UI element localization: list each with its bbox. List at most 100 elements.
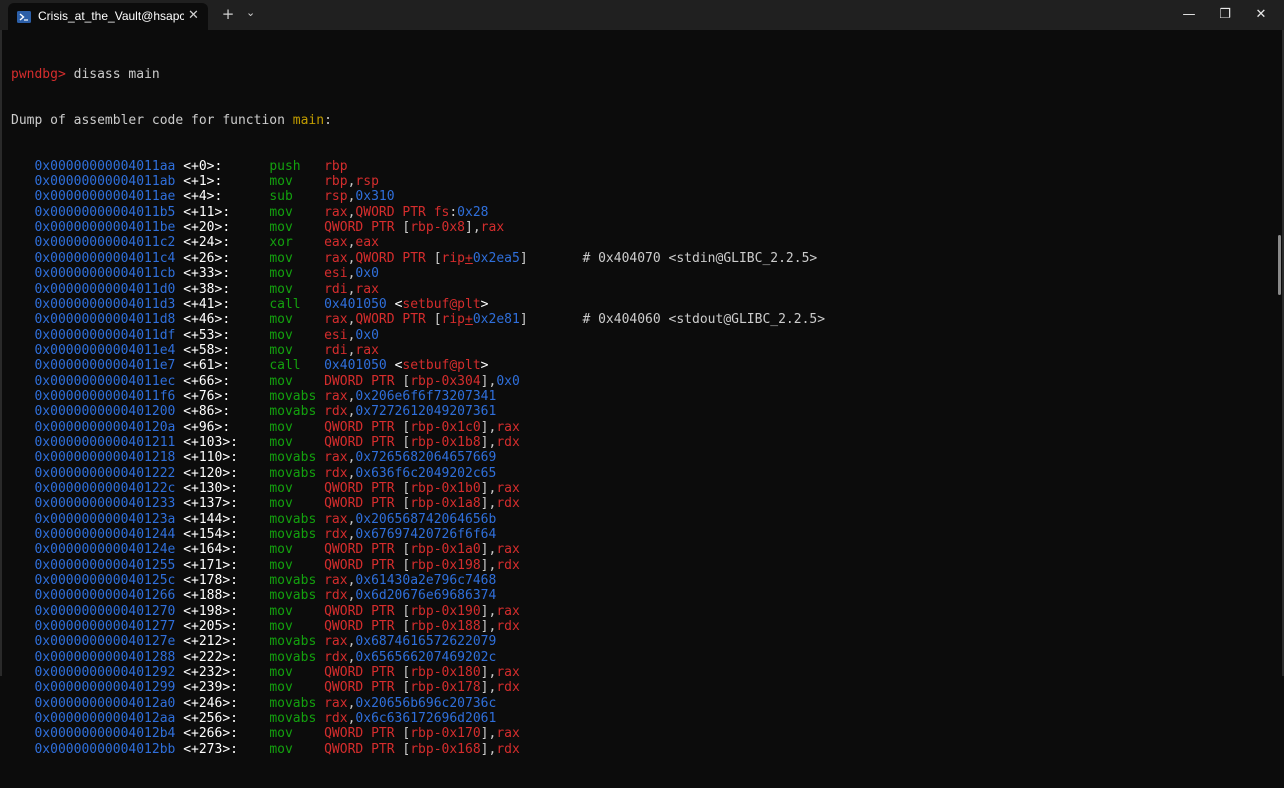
operand-punct <box>387 358 395 373</box>
instruction-offset: <+273>: <box>183 741 238 757</box>
instruction-address: 0x000000000040124e <box>34 542 176 558</box>
instruction-offset: <+239>: <box>183 680 238 696</box>
mnemonic: call <box>269 358 301 374</box>
operand-punct: ] <box>480 496 489 512</box>
operand-number: 0x0 <box>496 373 520 389</box>
instruction-address: 0x0000000000401288 <box>34 649 176 665</box>
mnemonic: movabs <box>269 388 317 404</box>
asm-line: 0x00000000004011d8 <+46>: mov rax,QWORD … <box>11 312 825 327</box>
operand-register: rbp-0x1c0 <box>410 419 481 435</box>
instruction-address: 0x00000000004012b4 <box>34 726 176 742</box>
mnemonic: movabs <box>269 588 317 604</box>
mnemonic: mov <box>269 373 293 389</box>
operand-register: rax <box>496 603 520 619</box>
instruction-offset: <+46>: <box>183 312 231 328</box>
instruction-address: 0x00000000004011c2 <box>34 235 176 251</box>
operand-register: rbp-0x178 <box>410 680 481 696</box>
new-tab-button[interactable]: + <box>220 5 236 23</box>
instruction-offset: <+164>: <box>183 542 238 558</box>
mnemonic: mov <box>269 480 293 496</box>
operand-punct: [ <box>402 726 411 742</box>
operand-register: QWORD PTR <box>355 312 434 328</box>
asm-line: 0x0000000000401211 <+103>: mov QWORD PTR… <box>11 435 825 450</box>
mnemonic: mov <box>269 665 293 681</box>
instruction-offset: <+4>: <box>183 189 223 205</box>
instruction-offset: <+33>: <box>183 266 231 282</box>
asm-line: 0x00000000004012aa <+256>: movabs rdx,0x… <box>11 711 825 726</box>
operand-number: 0x0 <box>355 327 379 343</box>
operand-register: setbuf@plt <box>402 296 481 312</box>
operand-register: QWORD PTR <box>324 619 403 635</box>
asm-line: 0x00000000004011e7 <+61>: call 0x401050 … <box>11 358 825 373</box>
operand-punct: , <box>347 711 356 727</box>
instruction-offset: <+171>: <box>183 557 238 573</box>
operand-number: 0x20656b696c20736c <box>355 695 497 711</box>
instruction-offset: <+58>: <box>183 342 231 358</box>
operand-register: rax <box>324 634 348 650</box>
close-window-button[interactable]: ✕ <box>1238 0 1284 30</box>
operand-register: + <box>465 312 473 328</box>
command-text: disass main <box>65 66 160 82</box>
mnemonic: mov <box>269 250 293 266</box>
operand-register: QWORD PTR <box>324 603 403 619</box>
assembly-listing: 0x00000000004011aa <+0>: push rbp 0x0000… <box>11 159 825 757</box>
instruction-comment: # 0x404060 <stdout@GLIBC_2.2.5> <box>582 312 826 328</box>
close-icon[interactable]: ✕ <box>188 8 199 23</box>
operand-punct: [ <box>433 312 442 328</box>
instruction-offset: <+205>: <box>183 619 238 635</box>
instruction-offset: <+96>: <box>183 419 231 435</box>
asm-line: 0x00000000004011c4 <+26>: mov rax,QWORD … <box>11 251 825 266</box>
instruction-offset: <+154>: <box>183 527 238 542</box>
asm-line: 0x00000000004011f6 <+76>: movabs rax,0x2… <box>11 389 825 404</box>
operand-punct: , <box>488 726 497 742</box>
chevron-down-icon[interactable]: ⌄ <box>246 6 255 19</box>
operand-register: rax <box>355 342 379 358</box>
mnemonic: movabs <box>269 573 317 589</box>
asm-line: 0x000000000040124e <+164>: mov QWORD PTR… <box>11 542 825 557</box>
instruction-address: 0x00000000004011b5 <box>34 204 176 220</box>
instruction-offset: <+103>: <box>183 434 238 450</box>
dump-prefix: Dump of assembler code for function <box>11 112 293 128</box>
operand-register: QWORD PTR <box>324 726 403 742</box>
instruction-offset: <+144>: <box>183 511 238 527</box>
asm-line: 0x000000000040120a <+96>: mov QWORD PTR … <box>11 420 825 435</box>
operand-number: 0x401050 <box>324 296 387 312</box>
operand-register: QWORD PTR <box>324 434 403 450</box>
asm-line: 0x0000000000401288 <+222>: movabs rdx,0x… <box>11 650 825 665</box>
operand-register: rax <box>324 250 348 266</box>
instruction-address: 0x00000000004012bb <box>34 741 176 757</box>
instruction-address: 0x000000000040127e <box>34 634 176 650</box>
operand-punct: ] <box>519 250 528 266</box>
asm-line: 0x0000000000401292 <+232>: mov QWORD PTR… <box>11 665 825 680</box>
dump-header: Dump of assembler code for function main… <box>11 113 825 128</box>
operand-number: 0x310 <box>355 189 395 205</box>
operand-register: rbp-0x188 <box>410 619 481 635</box>
operand-punct: > <box>480 296 489 312</box>
instruction-address: 0x00000000004011df <box>34 327 176 343</box>
instruction-offset: <+246>: <box>183 695 238 711</box>
asm-line: 0x0000000000401270 <+198>: mov QWORD PTR… <box>11 604 825 619</box>
asm-line: 0x00000000004012bb <+273>: mov QWORD PTR… <box>11 742 825 757</box>
title-bar[interactable]: Crisis_at_the_Vault@hsapce-ic ✕ + ⌄ — ❐ … <box>0 0 1284 30</box>
mnemonic: movabs <box>269 465 317 481</box>
asm-line: 0x00000000004011e4 <+58>: mov rdi,rax <box>11 343 825 358</box>
operand-number: 0x61430a2e796c7468 <box>355 573 497 589</box>
scrollbar-thumb[interactable] <box>1278 235 1281 295</box>
operand-punct: ] <box>480 726 489 742</box>
operand-number: 0x2ea5 <box>472 250 520 266</box>
instruction-address: 0x00000000004011ab <box>34 174 176 190</box>
terminal-output[interactable]: pwndbg> disass main Dump of assembler co… <box>0 30 1284 757</box>
instruction-address: 0x0000000000401277 <box>34 619 176 635</box>
tab-active[interactable]: Crisis_at_the_Vault@hsapce-ic ✕ <box>8 3 208 30</box>
instruction-offset: <+53>: <box>183 327 231 343</box>
powershell-icon <box>17 10 31 23</box>
mnemonic: mov <box>269 327 293 343</box>
instruction-offset: <+222>: <box>183 649 238 665</box>
operand-register: rdx <box>324 588 348 604</box>
mnemonic: mov <box>269 741 293 757</box>
instruction-offset: <+86>: <box>183 404 231 420</box>
asm-line: 0x0000000000401222 <+120>: movabs rdx,0x… <box>11 466 825 481</box>
mnemonic: mov <box>269 342 293 358</box>
asm-line: 0x0000000000401255 <+171>: mov QWORD PTR… <box>11 558 825 573</box>
operand-register: rdx <box>324 404 348 420</box>
